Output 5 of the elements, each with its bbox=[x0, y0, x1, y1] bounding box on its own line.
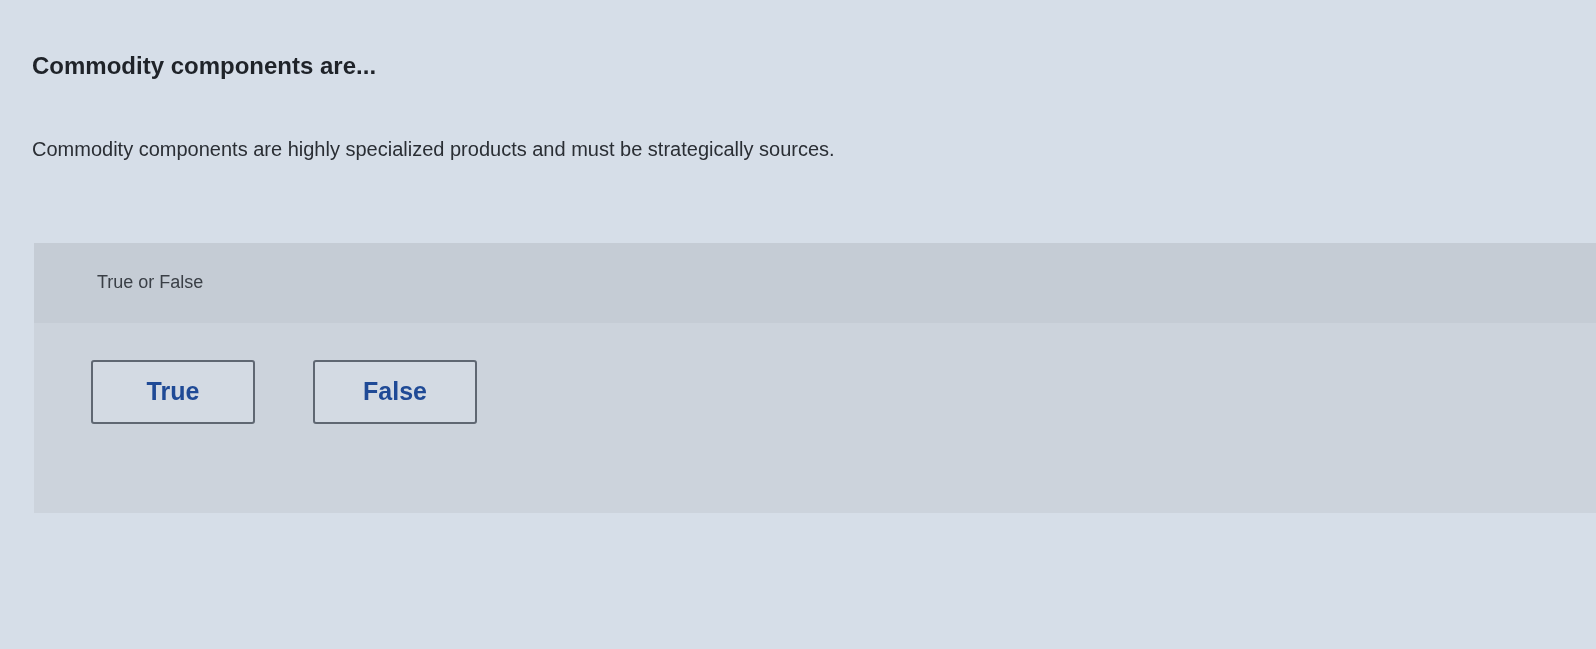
question-text: Commodity components are highly specialized products and must be strategically sources. bbox=[32, 137, 835, 162]
answer-option-button[interactable]: False bbox=[313, 360, 477, 424]
answer-option-button[interactable]: True bbox=[91, 360, 255, 424]
question-title: Commodity components are... bbox=[32, 51, 377, 81]
panel-header-label: True or False bbox=[97, 272, 204, 292]
